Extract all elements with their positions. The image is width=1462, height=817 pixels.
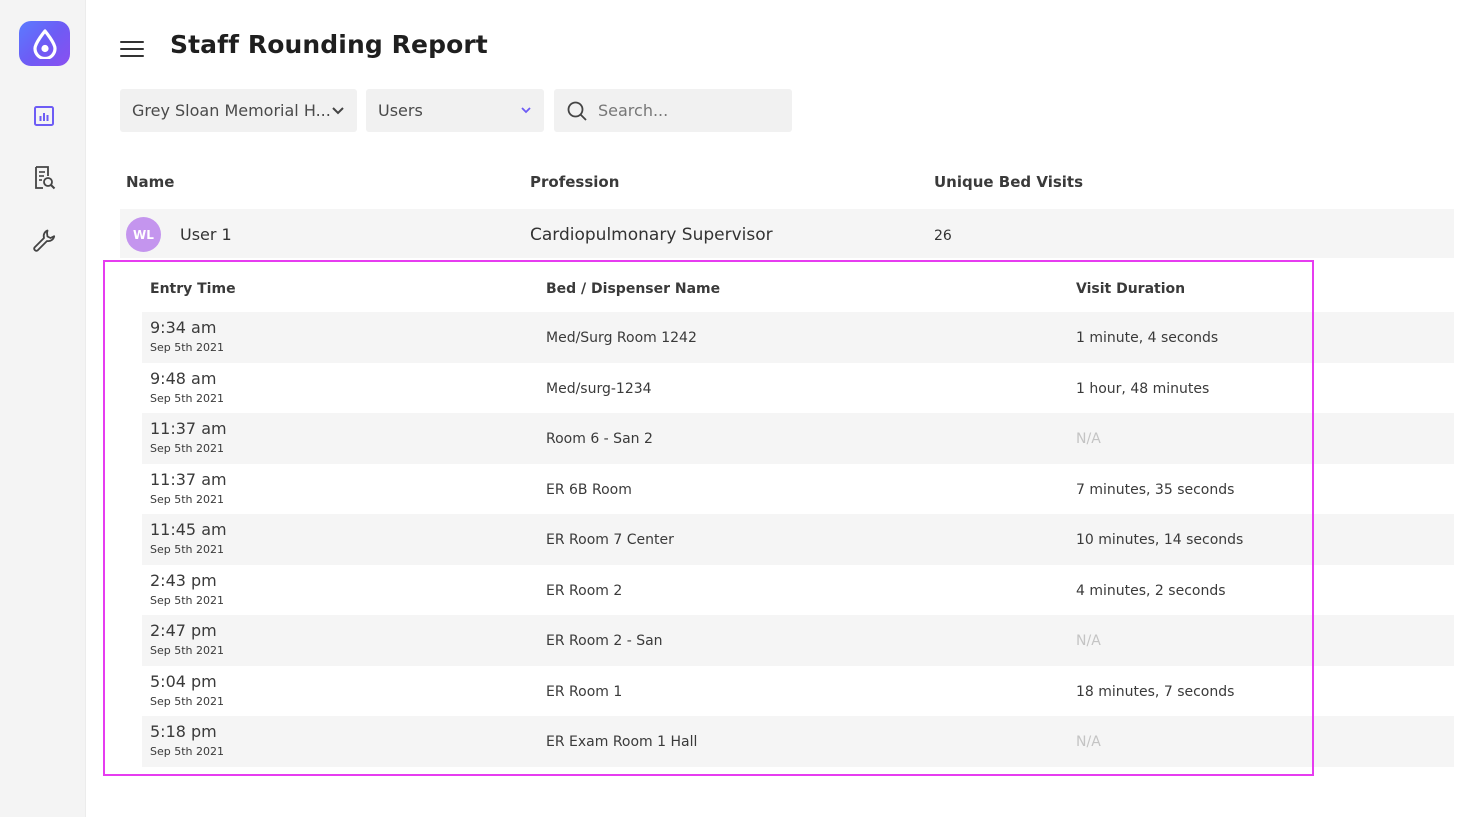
visit-bed-name: Room 6 - San 2 <box>546 431 653 447</box>
page-title: Staff Rounding Report <box>170 30 488 59</box>
user-unique-bed-visits: 26 <box>934 228 952 244</box>
column-header-bed-dispenser-name[interactable]: Bed / Dispenser Name <box>546 281 720 297</box>
type-select[interactable]: Users <box>366 89 544 132</box>
sidebar-item-reports[interactable] <box>28 100 60 132</box>
visit-duration: 4 minutes, 2 seconds <box>1076 582 1226 599</box>
visit-entry-date: Sep 5th 2021 <box>150 694 225 708</box>
column-header-visit-duration[interactable]: Visit Duration <box>1076 281 1185 297</box>
visit-entry-time: 5:18 pm <box>150 722 217 741</box>
visit-bed-name: ER Room 2 <box>546 582 623 599</box>
visit-row[interactable]: 11:37 am Sep 5th 2021 ER 6B Room 7 minut… <box>142 464 1454 515</box>
hamburger-menu-icon <box>120 41 144 43</box>
visit-entry-date: Sep 5th 2021 <box>150 593 225 607</box>
visit-bed-name: ER Room 7 Center <box>546 532 674 548</box>
visit-row[interactable]: 11:45 am Sep 5th 2021 ER Room 7 Center 1… <box>142 514 1454 565</box>
search-icon <box>567 101 587 121</box>
facility-select-value: Grey Sloan Memorial H... <box>132 101 331 120</box>
visit-entry-time: 2:43 pm <box>150 570 217 590</box>
visit-duration: N/A <box>1076 633 1101 649</box>
visit-entry-time: 2:47 pm <box>150 621 217 640</box>
type-select-value: Users <box>378 101 423 120</box>
sidebar <box>0 0 86 817</box>
sidebar-item-report-search[interactable] <box>28 162 60 194</box>
visit-duration: 18 minutes, 7 seconds <box>1076 683 1235 700</box>
visit-entry-date: Sep 5th 2021 <box>150 391 225 405</box>
visit-bed-name: ER Exam Room 1 Hall <box>546 734 698 750</box>
visit-list: 9:34 am Sep 5th 2021 Med/Surg Room 1242 … <box>142 312 1454 767</box>
column-header-entry-time[interactable]: Entry Time <box>150 281 236 297</box>
visit-row[interactable]: 2:43 pm Sep 5th 2021 ER Room 2 4 minutes… <box>142 565 1454 616</box>
table-row[interactable] <box>120 209 1454 258</box>
bar-chart-icon <box>34 106 54 126</box>
app-logo[interactable] <box>19 21 70 66</box>
visit-entry-time: 9:34 am <box>150 318 217 337</box>
visit-duration: 10 minutes, 14 seconds <box>1076 532 1244 548</box>
column-header-name[interactable]: Name <box>126 173 174 191</box>
visit-duration: 7 minutes, 35 seconds <box>1076 481 1235 498</box>
facility-select[interactable]: Grey Sloan Memorial H... <box>120 89 357 132</box>
visit-row[interactable]: 11:37 am Sep 5th 2021 Room 6 - San 2 N/A <box>142 413 1454 464</box>
sidebar-item-settings[interactable] <box>28 224 60 256</box>
search-input[interactable] <box>598 101 778 120</box>
visit-entry-date: Sep 5th 2021 <box>150 341 225 354</box>
visit-entry-time: 11:37 am <box>150 419 227 438</box>
visit-duration: 1 hour, 48 minutes <box>1076 380 1210 397</box>
visit-bed-name: Med/Surg Room 1242 <box>546 330 697 346</box>
visit-row[interactable]: 5:04 pm Sep 5th 2021 ER Room 1 18 minute… <box>142 666 1454 717</box>
visit-row[interactable]: 5:18 pm Sep 5th 2021 ER Exam Room 1 Hall… <box>142 716 1454 767</box>
visit-entry-time: 5:04 pm <box>150 671 217 691</box>
visit-bed-name: ER Room 1 <box>546 683 623 700</box>
visit-bed-name: ER Room 2 - San <box>546 633 663 649</box>
visit-row[interactable]: 2:47 pm Sep 5th 2021 ER Room 2 - San N/A <box>142 615 1454 666</box>
search-box[interactable] <box>554 89 792 132</box>
user-profession: Cardiopulmonary Supervisor <box>530 225 773 245</box>
column-header-unique-bed-visits[interactable]: Unique Bed Visits <box>934 173 1083 191</box>
visit-entry-date: Sep 5th 2021 <box>150 644 225 657</box>
visit-entry-date: Sep 5th 2021 <box>150 442 225 455</box>
user-name: User 1 <box>180 225 232 244</box>
report-search-icon <box>35 166 56 190</box>
visit-duration: 1 minute, 4 seconds <box>1076 330 1219 346</box>
visit-entry-date: Sep 5th 2021 <box>150 745 225 758</box>
visit-bed-name: Med/surg-1234 <box>546 380 652 397</box>
wrench-icon <box>33 229 56 252</box>
visit-duration: N/A <box>1076 431 1101 447</box>
visit-bed-name: ER 6B Room <box>546 481 632 498</box>
drop-icon <box>32 28 57 59</box>
avatar: WL <box>126 217 161 252</box>
chevron-down-icon <box>332 106 344 114</box>
visit-row[interactable]: 9:34 am Sep 5th 2021 Med/Surg Room 1242 … <box>142 312 1454 363</box>
visit-entry-date: Sep 5th 2021 <box>150 492 225 506</box>
visit-entry-time: 11:37 am <box>150 469 227 489</box>
visit-duration: N/A <box>1076 734 1101 750</box>
chevron-down-icon <box>521 107 531 114</box>
visit-entry-time: 9:48 am <box>150 368 217 388</box>
visit-entry-time: 11:45 am <box>150 520 227 539</box>
hamburger-menu-button[interactable] <box>120 36 150 62</box>
visit-row[interactable]: 9:48 am Sep 5th 2021 Med/surg-1234 1 hou… <box>142 363 1454 414</box>
column-header-profession[interactable]: Profession <box>530 173 619 191</box>
visit-entry-date: Sep 5th 2021 <box>150 543 225 556</box>
